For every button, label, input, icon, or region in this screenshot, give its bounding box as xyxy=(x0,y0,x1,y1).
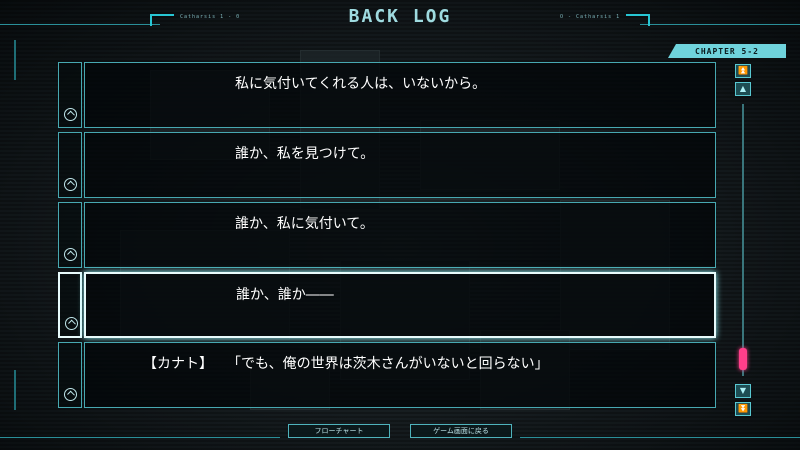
entry-speaker: 【カナト】 xyxy=(143,356,213,372)
log-entry[interactable]: 誰か、私に気付いて。 xyxy=(58,202,716,268)
voice-replay-icon[interactable] xyxy=(65,317,78,330)
entry-text: 誰か、私に気付いて。 xyxy=(235,216,374,232)
footer-line-right xyxy=(520,437,800,438)
entry-text: 「でも、俺の世界は茨木さんがいないと回らない」 xyxy=(227,356,549,372)
voice-replay-icon[interactable] xyxy=(64,178,77,191)
voice-replay-icon[interactable] xyxy=(64,248,77,261)
scroll-bottom-button[interactable]: ⏬ xyxy=(735,402,751,416)
log-entry[interactable]: 【カナト】 「でも、俺の世界は茨木さんがいないと回らない」 xyxy=(58,342,716,408)
scrollbar-track[interactable] xyxy=(742,104,744,376)
entry-text: 私に気付いてくれる人は、いないから。 xyxy=(235,76,487,92)
page-title: BACK LOG xyxy=(348,6,452,27)
footer-line-left xyxy=(0,437,280,438)
entry-text: 誰か、私を見つけて。 xyxy=(235,146,375,162)
scroll-up-button[interactable]: ▲ xyxy=(735,82,751,96)
log-entry[interactable]: 誰か、私を見つけて。 xyxy=(58,132,716,198)
left-edge-deco xyxy=(14,40,16,80)
scroll-down-button[interactable]: ▼ xyxy=(735,384,751,398)
chapter-label: CHAPTER 5-2 xyxy=(668,44,786,58)
log-entry-selected[interactable]: 誰か、誰か―― xyxy=(58,272,716,338)
scrollbar-thumb[interactable] xyxy=(739,348,747,370)
left-edge-deco xyxy=(14,370,16,410)
voice-replay-icon[interactable] xyxy=(64,108,77,121)
log-entry[interactable]: 私に気付いてくれる人は、いないから。 xyxy=(58,62,716,128)
flowchart-button[interactable]: フローチャート xyxy=(288,424,390,438)
scroll-top-button[interactable]: ⏫ xyxy=(735,64,751,78)
entry-text: 誰か、誰か―― xyxy=(236,287,334,303)
voice-replay-icon[interactable] xyxy=(64,388,77,401)
return-to-game-button[interactable]: ゲーム画面に戻る xyxy=(410,424,512,438)
